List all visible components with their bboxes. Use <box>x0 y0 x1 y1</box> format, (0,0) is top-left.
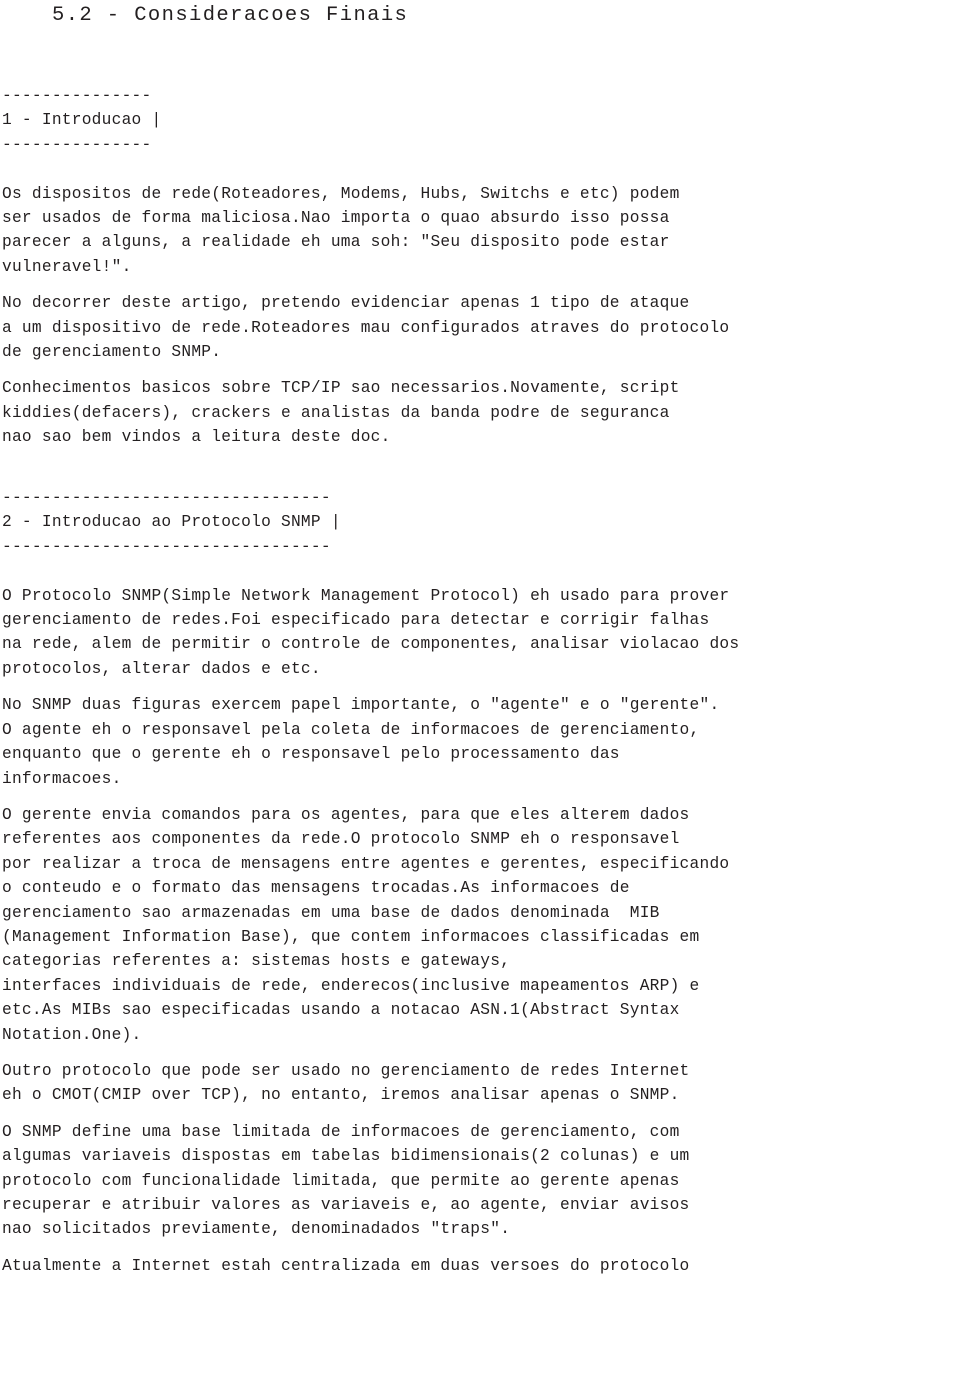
paragraph: Os dispositos de rede(Roteadores, Modems… <box>2 182 960 280</box>
text-line: O agente eh o responsavel pela coleta de… <box>2 720 700 739</box>
paragraph: No SNMP duas figuras exercem papel impor… <box>2 693 960 791</box>
page-title: 5.2 - Consideracoes Finais <box>52 4 409 27</box>
text-line: referentes aos componentes da rede.O pro… <box>2 830 680 849</box>
text-line: eh o CMOT(CMIP over TCP), no entanto, ir… <box>2 1086 680 1105</box>
text-line: protocolos, alterar dados e etc. <box>2 659 321 678</box>
paragraph: No decorrer deste artigo, pretendo evide… <box>2 291 960 364</box>
document-page: 5.2 - Consideracoes Finais -------------… <box>0 0 960 1386</box>
text-line: interfaces individuais de rede, endereco… <box>2 976 700 995</box>
text-line: na rede, alem de permitir o controle de … <box>2 635 740 654</box>
text-line: O SNMP define uma base limitada de infor… <box>2 1122 680 1141</box>
paragraph: O Protocolo SNMP(Simple Network Manageme… <box>2 584 960 682</box>
text-line: nao sao bem vindos a leitura deste doc. <box>2 428 391 447</box>
paragraph: O gerente envia comandos para os agentes… <box>2 803 960 1047</box>
text-line: O gerente envia comandos para os agentes… <box>2 805 690 824</box>
text-line: gerenciamento sao armazenadas em uma bas… <box>2 903 660 922</box>
paragraph: Conhecimentos basicos sobre TCP/IP sao n… <box>2 376 960 449</box>
text-line: informacoes. <box>2 769 122 788</box>
text-line: recuperar e atribuir valores as variavei… <box>2 1196 690 1215</box>
section-rule-top: --------------------------------- <box>2 489 331 508</box>
paragraph: Outro protocolo que pode ser usado no ge… <box>2 1059 960 1108</box>
text-line: nao solicitados previamente, denominadad… <box>2 1220 511 1239</box>
text-line: protocolo com funcionalidade limitada, q… <box>2 1171 680 1190</box>
section-2: --------------------------------- 2 - In… <box>2 486 960 1278</box>
text-line: O Protocolo SNMP(Simple Network Manageme… <box>2 586 730 605</box>
text-line: enquanto que o gerente eh o responsavel … <box>2 745 620 764</box>
text-line: de gerenciamento SNMP. <box>2 343 222 362</box>
text-line: Conhecimentos basicos sobre TCP/IP sao n… <box>2 379 680 398</box>
section-rule-bottom: --------------------------------- <box>2 537 331 556</box>
text-line: No SNMP duas figuras exercem papel impor… <box>2 696 720 715</box>
text-line: Notation.One). <box>2 1025 142 1044</box>
text-line: parecer a alguns, a realidade eh uma soh… <box>2 233 670 252</box>
text-line: ser usados de forma maliciosa.Nao import… <box>2 209 670 228</box>
text-line: Atualmente a Internet estah centralizada… <box>2 1256 690 1275</box>
text-line: gerenciamento de redes.Foi especificado … <box>2 611 710 630</box>
text-line: kiddies(defacers), crackers e analistas … <box>2 403 670 422</box>
text-line: algumas variaveis dispostas em tabelas b… <box>2 1147 690 1166</box>
text-line: o conteudo e o formato das mensagens tro… <box>2 879 630 898</box>
paragraph: O SNMP define uma base limitada de infor… <box>2 1120 960 1242</box>
section-heading: 1 - Introducao | <box>2 111 162 130</box>
document-body: --------------- 1 - Introducao | -------… <box>2 84 960 1278</box>
text-line: por realizar a troca de mensagens entre … <box>2 854 730 873</box>
text-line: No decorrer deste artigo, pretendo evide… <box>2 294 690 313</box>
text-line: etc.As MIBs sao especificadas usando a n… <box>2 1001 680 1020</box>
text-line: categorias referentes a: sistemas hosts … <box>2 952 511 971</box>
text-line: vulneravel!". <box>2 257 132 276</box>
text-line: Outro protocolo que pode ser usado no ge… <box>2 1061 690 1080</box>
text-line: Os dispositos de rede(Roteadores, Modems… <box>2 184 680 203</box>
section-heading: 2 - Introducao ao Protocolo SNMP | <box>2 513 341 532</box>
text-line: (Management Information Base), que conte… <box>2 927 700 946</box>
paragraph: Atualmente a Internet estah centralizada… <box>2 1254 960 1278</box>
text-line: a um dispositivo de rede.Roteadores mau … <box>2 318 730 337</box>
section-rule-bottom: --------------- <box>2 135 152 154</box>
section-rule-top: --------------- <box>2 87 152 105</box>
section-1: --------------- 1 - Introducao | -------… <box>2 84 960 450</box>
